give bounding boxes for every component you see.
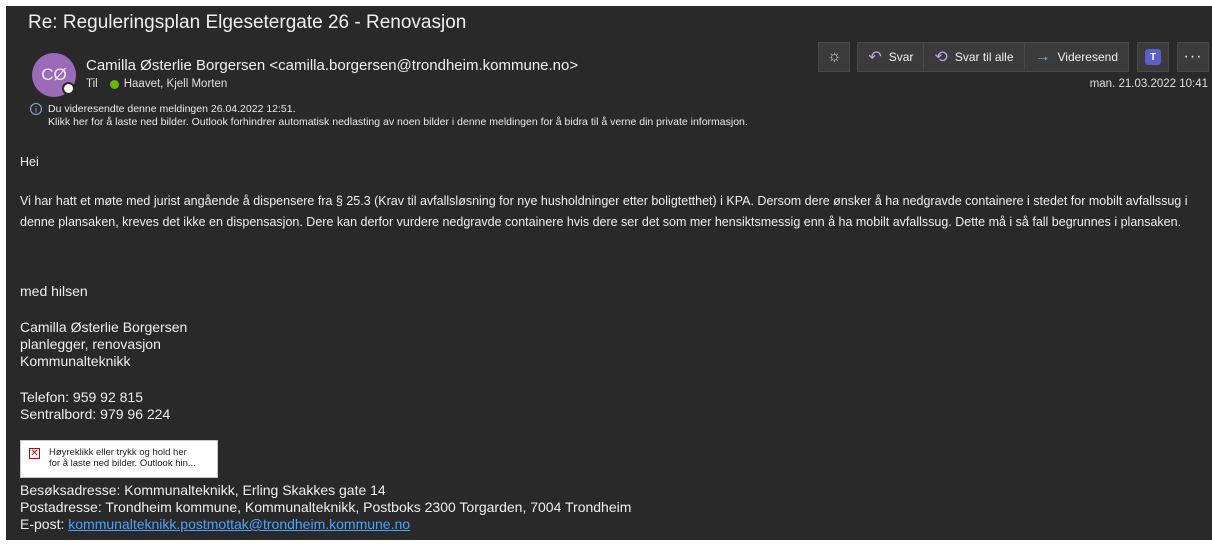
forwarded-notice: Du videresendte denne meldingen 26.04.20…: [48, 103, 296, 115]
visit-address: Besøksadresse: Kommunalteknikk, Erling S…: [20, 482, 386, 498]
avatar-initials: CØ: [41, 65, 67, 84]
signature-closing: med hilsen: [20, 283, 88, 299]
blocked-image-text-1: Høyreklikk eller trykk og hold her: [49, 447, 187, 458]
info-bar[interactable]: i Du videresendte denne meldingen 26.04.…: [30, 103, 748, 129]
forward-icon: →: [1034, 48, 1051, 65]
reply-button-group: ↶ Svar ⟲ Svar til alle → Videresend: [857, 42, 1129, 72]
available-status-icon: [109, 79, 119, 89]
email-link[interactable]: kommunalteknikk.postmottak@trondheim.kom…: [68, 516, 410, 532]
reply-label: Svar: [888, 50, 914, 64]
more-actions-button[interactable]: ···: [1177, 42, 1209, 72]
more-icon: ···: [1183, 48, 1203, 65]
presence-status-icon: [62, 82, 75, 95]
theme-toggle-button[interactable]: ☼: [818, 42, 851, 72]
info-icon: i: [30, 103, 42, 115]
post-address: Postadresse: Trondheim kommune, Kommunal…: [20, 499, 632, 515]
greeting: Hei: [20, 155, 39, 169]
reply-all-label: Svar til alle: [954, 50, 1014, 64]
sent-date: man. 21.03.2022 10:41: [1089, 78, 1208, 90]
blocked-image-text-2: for å laste ned bilder. Outlook hin...: [49, 458, 196, 469]
signature-title: planlegger, renovasjon: [20, 336, 161, 352]
email-reading-pane: Re: Reguleringsplan Elgesetergate 26 - R…: [6, 6, 1212, 540]
to-label: Til: [86, 78, 98, 90]
teams-icon: T: [1145, 49, 1161, 65]
message-paragraph: Vi har hatt et møte med jurist angående …: [20, 194, 1188, 229]
recipient-name[interactable]: Haavet, Kjell Morten: [124, 78, 228, 90]
reply-icon: ↶: [868, 49, 882, 66]
signature-department: Kommunalteknikk: [20, 353, 131, 369]
forward-label: Videresend: [1057, 50, 1119, 64]
forward-button[interactable]: → Videresend: [1023, 42, 1129, 72]
sender-name[interactable]: Camilla Østerlie Borgersen <camilla.borg…: [86, 57, 578, 74]
email-subject: Re: Reguleringsplan Elgesetergate 26 - R…: [28, 12, 467, 33]
broken-image-icon: ✕: [29, 448, 40, 459]
email-label: E-post:: [20, 516, 65, 532]
email-line: E-post: kommunalteknikk.postmottak@trond…: [20, 516, 410, 533]
blocked-image-placeholder[interactable]: ✕ Høyreklikk eller trykk og hold her for…: [20, 440, 218, 478]
download-images-notice[interactable]: Klikk her for å laste ned bilder. Outloo…: [48, 116, 748, 129]
reply-button[interactable]: ↶ Svar: [857, 42, 924, 72]
signature-phone: Telefon: 959 92 815: [20, 389, 143, 405]
reply-all-icon: ⟲: [934, 49, 948, 66]
recipients-row: Til Haavet, Kjell Morten: [86, 78, 227, 90]
teams-button[interactable]: T: [1137, 42, 1169, 72]
signature-name: Camilla Østerlie Borgersen: [20, 319, 188, 335]
sun-icon: ☼: [826, 48, 842, 65]
message-toolbar: ☼ ↶ Svar ⟲ Svar til alle → Videresend T …: [818, 42, 1212, 72]
signature-switchboard: Sentralbord: 979 96 224: [20, 406, 171, 422]
reply-all-button[interactable]: ⟲ Svar til alle: [923, 42, 1024, 72]
